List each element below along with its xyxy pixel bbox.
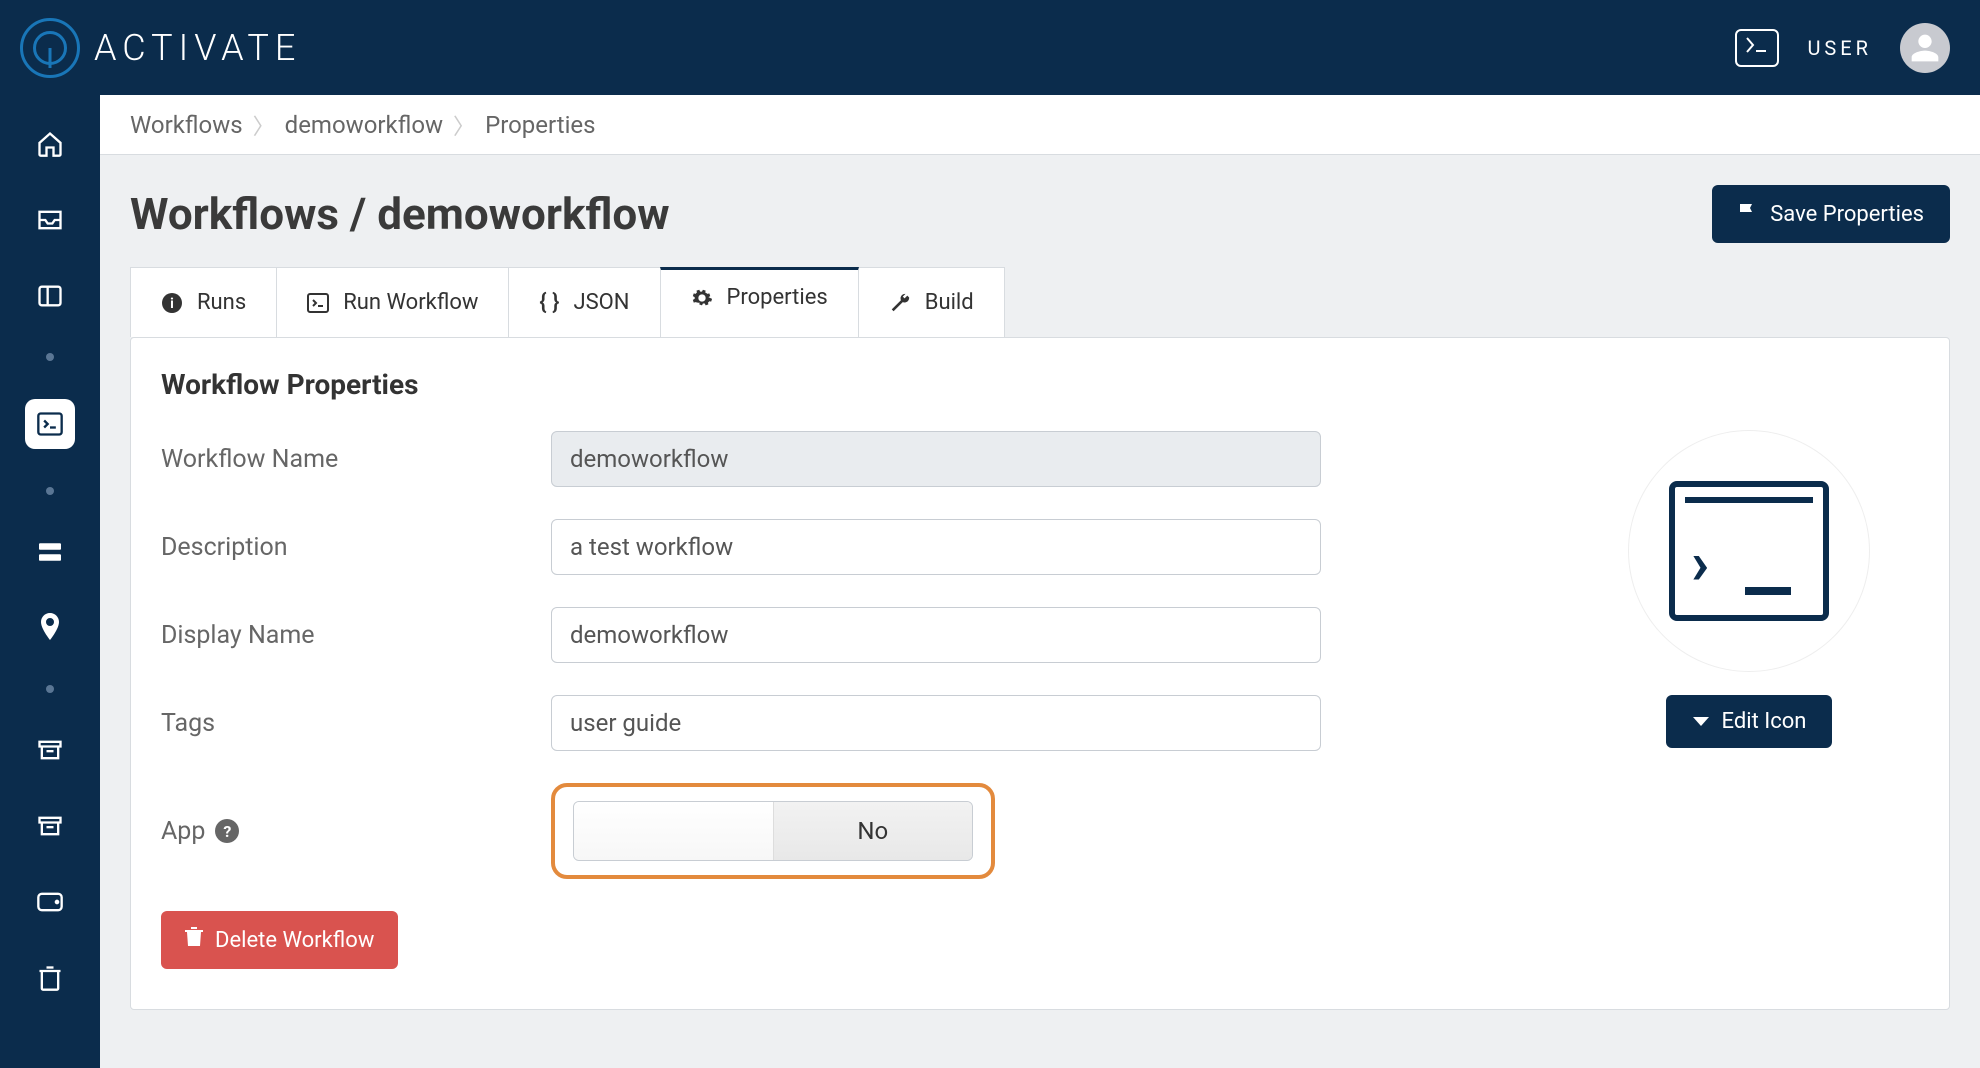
sidebar-item-inbox[interactable] xyxy=(31,201,69,239)
tab-label: Properties xyxy=(727,285,828,310)
tab-json[interactable]: { } JSON xyxy=(508,267,660,337)
tab-properties[interactable]: Properties xyxy=(660,267,859,337)
tab-run-workflow[interactable]: Run Workflow xyxy=(276,267,509,337)
workflow-name-label: Workflow Name xyxy=(161,445,551,474)
app-toggle[interactable]: No xyxy=(573,801,973,861)
sidebar-item-panels[interactable] xyxy=(31,277,69,315)
page-title: Workflows / demoworkflow xyxy=(130,188,670,240)
chevron-right-icon: 〉 xyxy=(253,109,275,141)
tab-label: Run Workflow xyxy=(343,290,478,315)
tab-label: JSON xyxy=(573,290,629,315)
edit-icon-label: Edit Icon xyxy=(1722,709,1807,734)
sidebar-item-archive-2[interactable] xyxy=(31,807,69,845)
sidebar-item-archive-1[interactable] xyxy=(31,731,69,769)
chevron-right-icon: 〉 xyxy=(453,109,475,141)
description-label: Description xyxy=(161,533,551,562)
braces-icon: { } xyxy=(539,290,559,315)
archive-icon xyxy=(36,814,64,838)
inbox-icon xyxy=(36,206,64,234)
tab-runs[interactable]: i Runs xyxy=(130,267,277,337)
app-label-text: App xyxy=(161,817,205,846)
breadcrumb-item[interactable]: Properties xyxy=(485,111,595,139)
brand-area: ACTIVATE xyxy=(20,18,301,78)
sidebar-item-storage[interactable] xyxy=(31,883,69,921)
terminal-icon xyxy=(36,410,64,438)
gear-icon xyxy=(691,287,713,309)
terminal-window-icon: › xyxy=(1669,481,1829,621)
sidebar-item-servers[interactable] xyxy=(31,533,69,571)
home-icon xyxy=(36,130,64,158)
terminal-icon xyxy=(1746,37,1768,58)
sidebar-separator xyxy=(46,353,54,361)
tabs: i Runs Run Workflow { } JSON Properties xyxy=(100,267,1980,337)
breadcrumb-item[interactable]: Workflows xyxy=(130,111,243,139)
top-header: ACTIVATE USER xyxy=(0,0,1980,95)
workflow-icon-preview: › xyxy=(1629,431,1869,671)
tab-label: Runs xyxy=(197,290,246,315)
workflow-name-input[interactable] xyxy=(551,431,1321,487)
tags-label: Tags xyxy=(161,709,551,738)
help-icon[interactable]: ? xyxy=(215,819,239,843)
app-label: App ? xyxy=(161,817,551,846)
panel-title: Workflow Properties xyxy=(161,368,1919,401)
tags-input[interactable] xyxy=(551,695,1321,751)
edit-icon-button[interactable]: Edit Icon xyxy=(1666,695,1833,748)
drive-icon xyxy=(36,891,64,913)
sidebar-separator xyxy=(46,685,54,693)
delete-button-label: Delete Workflow xyxy=(215,928,374,953)
delete-workflow-button[interactable]: Delete Workflow xyxy=(161,911,398,969)
breadcrumb: Workflows 〉 demoworkflow 〉 Properties xyxy=(100,95,1980,155)
trash-icon xyxy=(185,927,203,953)
description-input[interactable] xyxy=(551,519,1321,575)
location-icon xyxy=(38,613,62,643)
wrench-icon xyxy=(889,292,911,314)
user-avatar[interactable] xyxy=(1900,23,1950,73)
display-name-input[interactable] xyxy=(551,607,1321,663)
sidebar-item-trash[interactable] xyxy=(31,959,69,997)
save-button-label: Save Properties xyxy=(1770,202,1924,227)
terminal-icon xyxy=(307,293,329,313)
panel-icon xyxy=(36,282,64,310)
brand-name: ACTIVATE xyxy=(94,27,301,69)
breadcrumb-item[interactable]: demoworkflow xyxy=(285,111,443,139)
display-name-label: Display Name xyxy=(161,621,551,650)
brand-logo-icon xyxy=(20,18,80,78)
sidebar-item-home[interactable] xyxy=(31,125,69,163)
properties-panel: Workflow Properties Workflow Name Descri… xyxy=(130,337,1950,1010)
trash-icon xyxy=(38,964,62,992)
tab-build[interactable]: Build xyxy=(858,267,1005,337)
terminal-button[interactable] xyxy=(1735,29,1779,67)
svg-text:i: i xyxy=(170,296,174,312)
chevron-down-icon xyxy=(1692,709,1710,734)
info-icon: i xyxy=(161,292,183,314)
save-properties-button[interactable]: Save Properties xyxy=(1712,185,1950,243)
flag-icon xyxy=(1738,201,1758,227)
archive-icon xyxy=(36,738,64,762)
sidebar-separator xyxy=(46,487,54,495)
user-icon xyxy=(1909,32,1941,64)
sidebar-item-workflows[interactable] xyxy=(25,399,75,449)
tab-label: Build xyxy=(925,290,974,315)
app-toggle-highlight: No xyxy=(551,783,995,879)
server-icon xyxy=(36,541,64,563)
toggle-track xyxy=(574,802,773,860)
toggle-value: No xyxy=(773,802,973,860)
sidebar xyxy=(0,95,100,1068)
sidebar-item-locations[interactable] xyxy=(31,609,69,647)
user-label[interactable]: USER xyxy=(1807,36,1872,60)
